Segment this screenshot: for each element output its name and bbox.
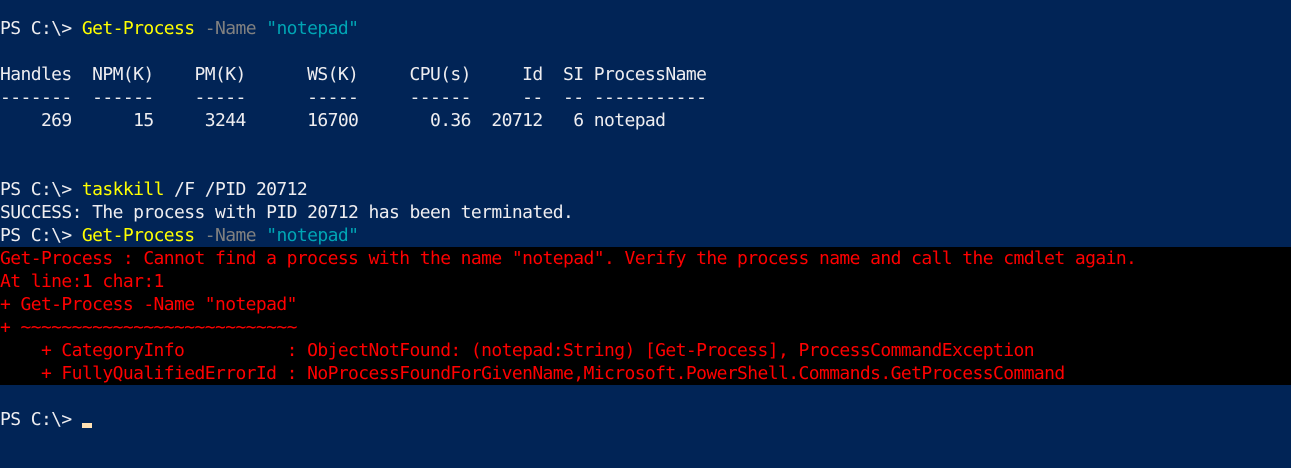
- cmdlet: Get-Process: [81, 225, 195, 246]
- command-line-1: PS C:\> Get-Process -Name "notepad": [0, 17, 359, 40]
- error-fully-qualified-id: + FullyQualifiedErrorId : NoProcessFound…: [0, 363, 1065, 384]
- table-header: Handles NPM(K) PM(K) WS(K) CPU(s) Id SI …: [0, 64, 707, 85]
- error-message: Get-Process : Cannot find a process with…: [0, 248, 1137, 269]
- cmdlet: Get-Process: [81, 18, 195, 39]
- string-argument: "notepad": [266, 225, 359, 246]
- parameter: -Name: [204, 18, 257, 39]
- prompt: PS C:\>: [0, 179, 82, 200]
- powershell-console[interactable]: PS C:\> Get-Process -Name "notepad" Hand…: [0, 0, 1291, 468]
- prompt: PS C:\>: [0, 225, 82, 246]
- parameter: -Name: [204, 225, 257, 246]
- error-underline: + ~~~~~~~~~~~~~~~~~~~~~~~~~~~: [0, 317, 297, 338]
- success-message: SUCCESS: The process with PID 20712 has …: [0, 202, 574, 223]
- error-command: + Get-Process -Name "notepad": [0, 294, 297, 315]
- error-category-info: + CategoryInfo : ObjectNotFound: (notepa…: [0, 340, 1035, 361]
- command-line-2: PS C:\> taskkill /F /PID 20712: [0, 178, 308, 201]
- text-cursor: [81, 423, 92, 428]
- table-divider: ------- ------ ----- ----- ------ -- -- …: [0, 87, 707, 108]
- error-location: At line:1 char:1: [0, 271, 164, 292]
- prompt: PS C:\>: [0, 18, 82, 39]
- command: taskkill: [81, 179, 165, 200]
- table-row: 269 15 3244 16700 0.36 20712 6 notepad: [0, 110, 666, 131]
- current-prompt-line[interactable]: PS C:\>: [0, 408, 92, 431]
- prompt: PS C:\>: [0, 409, 82, 430]
- command-args: /F /PID 20712: [163, 179, 308, 200]
- string-argument: "notepad": [266, 18, 359, 39]
- command-line-3: PS C:\> Get-Process -Name "notepad": [0, 224, 359, 247]
